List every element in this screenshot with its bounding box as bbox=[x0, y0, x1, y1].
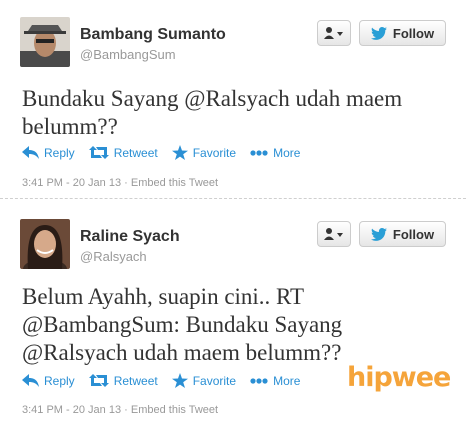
star-icon bbox=[171, 145, 188, 160]
embed-tweet-link[interactable]: Embed this Tweet bbox=[131, 404, 218, 416]
favorite-button[interactable]: Favorite bbox=[171, 373, 237, 388]
favorite-button[interactable]: Favorite bbox=[171, 145, 237, 160]
reply-icon bbox=[22, 146, 39, 159]
more-dots-icon bbox=[250, 149, 268, 156]
more-dots-icon bbox=[250, 377, 268, 384]
embed-tweet-link[interactable]: Embed this Tweet bbox=[131, 177, 218, 189]
tweet-text-line: belumm?? bbox=[22, 114, 118, 139]
hipwee-watermark: hipwee bbox=[347, 362, 451, 393]
more-button[interactable]: More bbox=[250, 374, 300, 388]
follow-button[interactable]: Follow bbox=[359, 20, 446, 46]
retweet-icon bbox=[88, 374, 109, 387]
user-icon bbox=[324, 228, 343, 240]
tweet-text-line: @BambangSum: Bundaku Sayang bbox=[22, 312, 343, 337]
reply-button[interactable]: Reply bbox=[22, 146, 75, 160]
retweet-button[interactable]: Retweet bbox=[88, 373, 158, 388]
reply-button[interactable]: Reply bbox=[22, 374, 75, 388]
meta-separator: · bbox=[124, 404, 131, 416]
tweet-text: Belum Ayahh, suapin cini.. RT @BambangSu… bbox=[22, 283, 452, 367]
tweet-text-line: Bundaku Sayang @Ralsyach udah maem bbox=[22, 86, 403, 111]
user-dropdown-button[interactable] bbox=[317, 221, 351, 247]
more-label: More bbox=[273, 373, 301, 388]
retweet-label: Retweet bbox=[113, 145, 158, 160]
more-button[interactable]: More bbox=[250, 146, 300, 160]
star-icon bbox=[171, 373, 188, 388]
favorite-label: Favorite bbox=[192, 373, 237, 388]
tweet-text: Bundaku Sayang @Ralsyach udah maem belum… bbox=[22, 85, 452, 141]
retweet-icon bbox=[88, 146, 109, 159]
favorite-label: Favorite bbox=[192, 145, 237, 160]
tweet-meta: 3:41 PM - 20 Jan 13 · Embed this Tweet bbox=[22, 404, 218, 416]
avatar[interactable] bbox=[20, 17, 70, 67]
tweet-meta: 3:41 PM - 20 Jan 13 · Embed this Tweet bbox=[22, 177, 218, 189]
timestamp-link[interactable]: 3:41 PM - 20 Jan 13 bbox=[22, 404, 121, 416]
display-name[interactable]: Raline Syach bbox=[80, 228, 180, 246]
tweet-text-line: Belum Ayahh, suapin cini.. RT bbox=[22, 284, 305, 309]
reply-label: Reply bbox=[44, 145, 75, 160]
retweet-label: Retweet bbox=[113, 373, 158, 388]
twitter-bird-icon bbox=[370, 26, 387, 40]
user-dropdown-button[interactable] bbox=[317, 20, 351, 46]
avatar[interactable] bbox=[20, 219, 70, 269]
user-icon bbox=[324, 27, 343, 39]
reply-icon bbox=[22, 374, 39, 387]
username[interactable]: @BambangSum bbox=[80, 47, 176, 62]
reply-label: Reply bbox=[44, 373, 75, 388]
twitter-bird-icon bbox=[370, 227, 387, 241]
tweet-card: Bambang Sumanto @BambangSum Follow Bunda… bbox=[0, 0, 466, 198]
follow-label: Follow bbox=[392, 226, 435, 242]
tweet-actions: Reply Retweet Favorite More bbox=[22, 373, 314, 388]
display-name[interactable]: Bambang Sumanto bbox=[80, 26, 226, 44]
meta-separator: · bbox=[124, 177, 131, 189]
username[interactable]: @Ralsyach bbox=[80, 249, 147, 264]
more-label: More bbox=[273, 145, 301, 160]
tweet-actions: Reply Retweet Favorite More bbox=[22, 145, 314, 160]
follow-button[interactable]: Follow bbox=[359, 221, 446, 247]
retweet-button[interactable]: Retweet bbox=[88, 145, 158, 160]
follow-label: Follow bbox=[392, 25, 435, 41]
timestamp-link[interactable]: 3:41 PM - 20 Jan 13 bbox=[22, 177, 121, 189]
